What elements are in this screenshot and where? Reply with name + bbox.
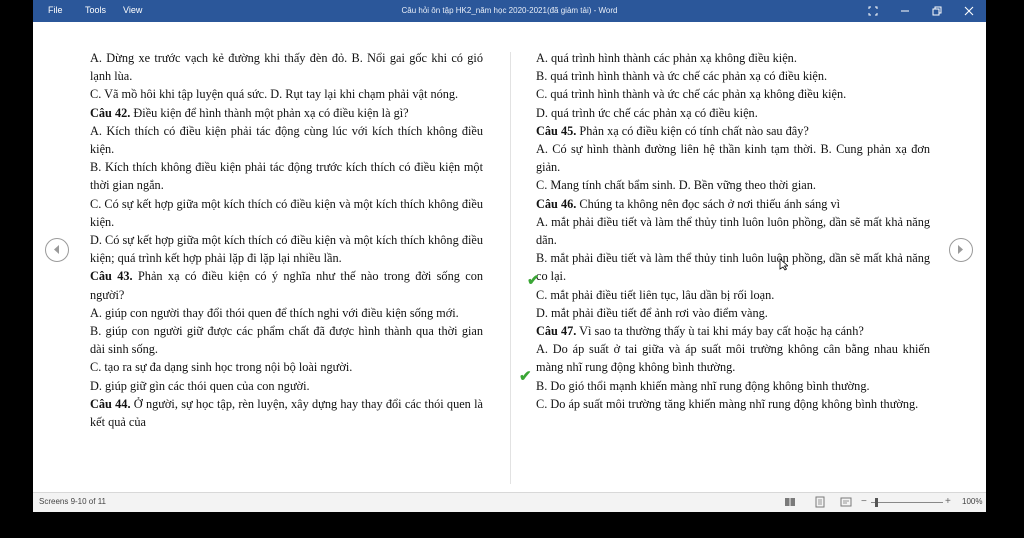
paragraph: D. quá trình ức chế các phản xạ có điều … — [536, 105, 758, 120]
question-label: Câu 45. — [536, 123, 577, 138]
paragraph: C. Mang tính chất bẩm sinh. D. Bền vững … — [536, 178, 816, 193]
right-column: A. quá trình hình thành các phản xạ khôn… — [536, 49, 930, 413]
question-label: Câu 42. — [90, 105, 131, 120]
paragraph: A. Dừng xe trước vạch kẻ đường khi thấy … — [90, 51, 483, 84]
paragraph: C. Có sự kết hợp giữa một kích thích có … — [90, 196, 483, 229]
mouse-cursor-icon — [779, 258, 790, 276]
paragraph: A. Có sự hình thành đường liên hệ thần k… — [536, 142, 930, 175]
previous-screen-button[interactable] — [45, 238, 69, 262]
question-label: Câu 43. — [90, 269, 133, 284]
zoom-level[interactable]: 100% — [962, 497, 982, 506]
print-layout-icon[interactable] — [814, 496, 826, 508]
screens-count: Screens 9-10 of 11 — [39, 497, 107, 506]
paragraph: Câu 43. Phản xạ có điều kiện có ý nghĩa … — [90, 267, 483, 303]
document-page[interactable]: A. Dừng xe trước vạch kẻ đường khi thấy … — [33, 22, 986, 492]
paragraph: D. giúp giữ gìn các thói quen của con ng… — [90, 378, 310, 393]
left-column: A. Dừng xe trước vạch kẻ đường khi thấy … — [90, 49, 483, 431]
paragraph: C. mắt phải điều tiết liên tục, lâu dần … — [536, 287, 775, 302]
question-text: Vì sao ta thường thấy ù tai khi máy bay … — [576, 324, 864, 339]
zoom-in-button[interactable]: + — [945, 496, 951, 507]
question-text: Chúng ta không nên đọc sách ở nơi thiếu … — [576, 196, 841, 211]
zoom-out-button[interactable]: − — [861, 496, 867, 507]
paragraph: D. Có sự kết hợp giữa một kích thích có … — [90, 233, 483, 266]
paragraph: Câu 45. Phản xạ có điều kiện có tính chấ… — [536, 122, 930, 140]
paragraph: B. mắt phải điều tiết và làm thể thủy ti… — [536, 251, 930, 284]
close-icon[interactable] — [961, 3, 977, 19]
question-label: Câu 44. — [90, 396, 131, 411]
paragraph: A. quá trình hình thành các phản xạ khôn… — [536, 51, 797, 65]
paragraph: Câu 46. Chúng ta không nên đọc sách ở nơ… — [536, 195, 930, 213]
web-layout-icon[interactable] — [840, 496, 852, 508]
restore-icon[interactable] — [929, 3, 945, 19]
question-text: Điều kiện để hình thành một phản xạ có đ… — [130, 105, 409, 120]
paragraph: B. quá trình hình thành và ức chế các ph… — [536, 69, 828, 84]
question-label: Câu 47. — [536, 324, 577, 339]
question-text: Phản xạ có điều kiện có ý nghĩa như thế … — [90, 269, 483, 302]
paragraph: A. mắt phải điều tiết và làm thể thủy ti… — [536, 214, 930, 248]
paragraph: B. Kích thích không điều kiện phải tác đ… — [90, 160, 483, 193]
paragraph: D. mắt phải điều tiết để ảnh rơi vào điể… — [536, 305, 768, 320]
paragraph: A. Kích thích có điều kiện phải tác động… — [90, 123, 483, 157]
paragraph: C. tạo ra sự đa dạng sinh học trong nội … — [90, 360, 353, 375]
paragraph: A. Do áp suất ở tai giữa và áp suất môi … — [536, 342, 930, 375]
paragraph: C. Do áp suất môi trường tăng khiến màng… — [536, 396, 919, 411]
paragraph: Câu 44. Ở người, sự học tập, rèn luyện, … — [90, 395, 483, 431]
fullscreen-icon[interactable] — [865, 3, 881, 19]
paragraph: Câu 42. Điều kiện để hình thành một phản… — [90, 104, 483, 122]
read-mode-icon[interactable] — [784, 496, 796, 508]
paragraph: A. giúp con người thay đổi thói quen để … — [90, 305, 459, 320]
paragraph: C. quá trình hình thành và ức chế các ph… — [536, 87, 847, 102]
question-text: Ở người, sự học tập, rèn luyện, xây dựng… — [90, 396, 483, 430]
question-label: Câu 46. — [536, 196, 577, 211]
column-divider — [510, 52, 511, 484]
status-bar: Screens 9-10 of 11 − + 100% — [33, 492, 986, 512]
paragraph: B. giúp con người giữ được các phẩm chất… — [90, 324, 483, 357]
next-screen-button[interactable] — [949, 238, 973, 262]
paragraph: B. Do gió thổi mạnh khiến màng nhĩ rung … — [536, 378, 870, 393]
minimize-icon[interactable] — [897, 3, 913, 19]
zoom-slider-track[interactable] — [871, 502, 943, 503]
checkmark-icon: ✔ — [527, 272, 540, 289]
title-bar: File Tools View Câu hỏi ôn tập HK2_năm h… — [33, 0, 986, 22]
checkmark-icon: ✔ — [519, 368, 532, 385]
question-text: Phản xạ có điều kiện có tính chất nào sa… — [576, 123, 809, 138]
zoom-slider-thumb[interactable] — [875, 498, 878, 507]
paragraph: Câu 47. Vì sao ta thường thấy ù tai khi … — [536, 322, 930, 340]
paragraph: C. Vã mồ hôi khi tập luyện quá sức. D. R… — [90, 87, 459, 102]
word-window: File Tools View Câu hỏi ôn tập HK2_năm h… — [33, 0, 986, 512]
window-title: Câu hỏi ôn tập HK2_năm học 2020-2021(đã … — [401, 6, 618, 15]
